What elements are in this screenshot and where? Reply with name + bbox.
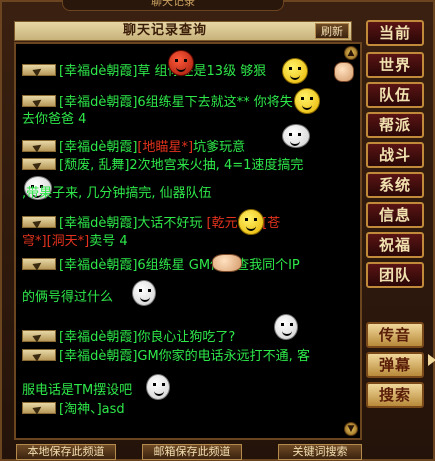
trumpet-icon bbox=[22, 158, 56, 170]
thumbs-up-emoticon bbox=[334, 62, 354, 82]
keyword-search-button[interactable]: 关键词搜索 bbox=[278, 444, 362, 460]
tab-battle[interactable]: 战斗 bbox=[366, 142, 424, 168]
tab-group[interactable]: 团队 bbox=[366, 262, 424, 288]
tab-blessing[interactable]: 祝福 bbox=[366, 232, 424, 258]
chat-line: 的俩号得过什么 bbox=[22, 290, 114, 305]
grin-emoticon bbox=[294, 88, 320, 114]
grin-emoticon bbox=[282, 58, 308, 84]
chat-log-area[interactable]: [幸福dè朝霞]草 组你还是13级 够狠 [幸福dè朝霞]6组练星下去就这** … bbox=[14, 42, 362, 440]
search-button[interactable]: 搜索 bbox=[366, 382, 424, 408]
tab-current[interactable]: 当前 bbox=[366, 20, 424, 46]
chat-line: [幸福dè朝霞][地瞄星*]坑爹玩意 bbox=[22, 139, 245, 157]
tab-world[interactable]: 世界 bbox=[366, 52, 424, 78]
refresh-button[interactable]: 刷新 bbox=[315, 23, 349, 39]
bottom-toolbar: 本地保存此频道 邮箱保存此频道 关键词搜索 bbox=[14, 444, 424, 461]
grin-emoticon bbox=[238, 209, 264, 235]
expand-arrow-icon[interactable] bbox=[428, 354, 435, 366]
bunny-emoticon bbox=[132, 280, 156, 306]
trumpet-icon bbox=[22, 64, 56, 76]
bunny-emoticon bbox=[146, 374, 170, 400]
devil-emoticon bbox=[168, 50, 194, 76]
save-mail-button[interactable]: 邮箱保存此频道 bbox=[142, 444, 242, 460]
item-link[interactable]: 穹*][洞天*] bbox=[22, 234, 89, 249]
page-title: 聊天记录查询 bbox=[122, 23, 207, 38]
trumpet-icon bbox=[22, 402, 56, 414]
trumpet-icon bbox=[22, 258, 56, 270]
chat-line: [颓废, 乱舞]2次地宫来火抽, 4=1速度搞完 bbox=[22, 157, 303, 175]
chat-line: 服电话是TM摆设吧 bbox=[22, 383, 133, 398]
chat-line: [幸福dè朝霞]6组练星下去就这** 你将失 bbox=[22, 94, 293, 112]
tab-info[interactable]: 信息 bbox=[366, 202, 424, 228]
handshake-emoticon bbox=[212, 254, 242, 272]
save-local-button[interactable]: 本地保存此频道 bbox=[16, 444, 116, 460]
whisper-button[interactable]: 传音 bbox=[366, 322, 424, 348]
chat-line: 去你爸爸 4 bbox=[22, 112, 87, 127]
tab-team[interactable]: 队伍 bbox=[366, 82, 424, 108]
chat-log-header: 聊天记录查询 刷新 bbox=[14, 21, 352, 41]
tab-system[interactable]: 系统 bbox=[366, 172, 424, 198]
chat-line: [幸福dè朝霞]GM你家的电话永远打不通, 客 bbox=[22, 348, 310, 366]
chat-line: [幸福dè朝霞]你良心让狗吃了? bbox=[22, 329, 235, 347]
barrage-button[interactable]: 弹幕 bbox=[366, 352, 424, 378]
trumpet-icon bbox=[22, 140, 56, 152]
trumpet-icon bbox=[22, 95, 56, 107]
trumpet-icon bbox=[22, 216, 56, 228]
chat-log-window: 聊天记录 聊天记录查询 刷新 [幸福dè朝霞]草 组你还是13级 够狠 [幸福d… bbox=[0, 0, 435, 461]
window-title: 聊天记录 bbox=[62, 0, 284, 11]
scroll-down-icon[interactable]: ▼ bbox=[344, 422, 358, 436]
scroll-up-icon[interactable]: ▲ bbox=[344, 46, 358, 60]
trumpet-icon bbox=[22, 330, 56, 342]
chat-line: [幸福dè朝霞]草 组你还是13级 够狠 bbox=[22, 63, 266, 81]
item-link[interactable]: [地瞄星*] bbox=[137, 140, 193, 155]
smirk-emoticon bbox=[282, 124, 310, 148]
bunny-emoticon bbox=[274, 314, 298, 340]
chat-line: 穹*][洞天*]卖号 4 bbox=[22, 234, 128, 249]
chat-line: ,带果子来, 几分钟搞完, 仙器队伍 bbox=[22, 186, 212, 201]
tab-guild[interactable]: 帮派 bbox=[366, 112, 424, 138]
chat-line: [淘神、]asd bbox=[22, 401, 125, 419]
chat-line: [幸福dè朝霞]6组练星 GM你查查我同个IP bbox=[22, 257, 300, 275]
trumpet-icon bbox=[22, 349, 56, 361]
